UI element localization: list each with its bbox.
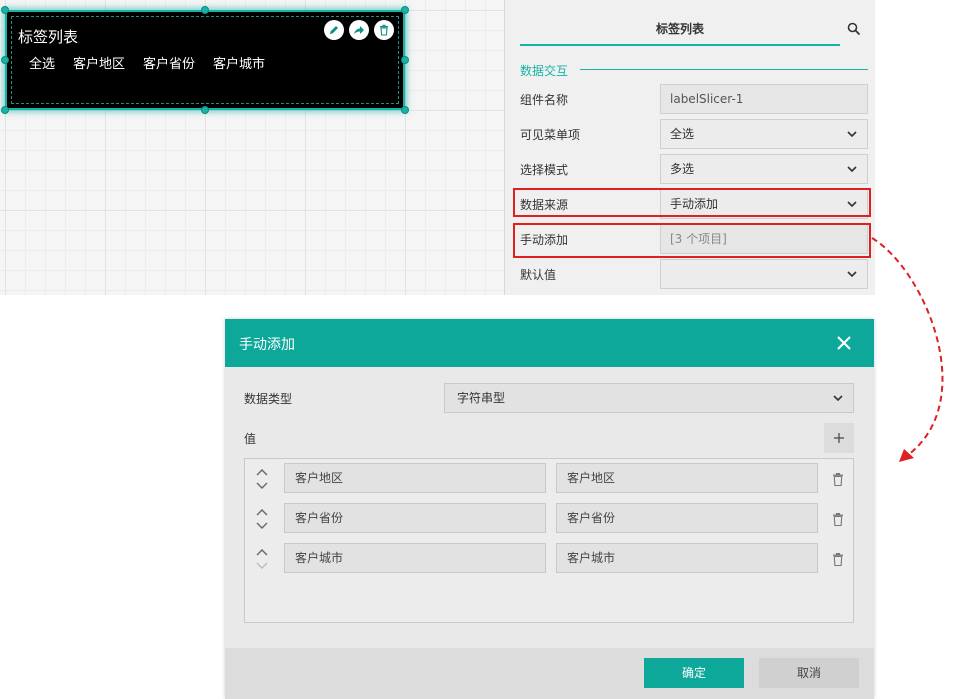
- row-data-source: 数据来源 手动添加: [520, 189, 870, 219]
- widget-item-region[interactable]: 客户地区: [73, 53, 125, 72]
- tab-label-list[interactable]: 标签列表: [520, 18, 840, 46]
- list-item: 客户城市 客户城市: [245, 543, 853, 573]
- row-manual-add: 手动添加 [3 个项目]: [520, 224, 870, 254]
- row-default-value: 默认值: [520, 259, 870, 289]
- component-name-label: 组件名称: [520, 93, 569, 107]
- list-item: 客户省份 客户省份: [245, 503, 853, 533]
- plus-icon: [834, 433, 844, 443]
- value-display-input[interactable]: 客户城市: [556, 543, 818, 573]
- design-canvas: 标签列表 全选 客户地区 客户省份 客户城市: [0, 0, 505, 295]
- values-list: 客户地区 客户地区 客户省份 客户省份 客户城市 客户城市: [244, 458, 854, 623]
- select-mode-label: 选择模式: [520, 163, 569, 177]
- visible-items-select[interactable]: 全选: [660, 119, 868, 149]
- share-icon[interactable]: [349, 20, 369, 40]
- widget-items: 全选 客户地区 客户省份 客户城市: [29, 53, 265, 72]
- value-key-input[interactable]: 客户城市: [284, 543, 546, 573]
- dialog-title: 手动添加: [239, 337, 295, 353]
- section-data-interaction: 数据交互: [520, 64, 569, 78]
- data-source-value: 手动添加: [670, 197, 719, 211]
- select-mode-value: 多选: [670, 162, 695, 176]
- values-label: 值: [244, 432, 257, 446]
- sort-arrows-icon[interactable]: [255, 467, 269, 491]
- dialog-footer: 确定 取消: [225, 648, 874, 699]
- widget-item-province[interactable]: 客户省份: [143, 53, 195, 72]
- value-key-input[interactable]: 客户省份: [284, 503, 546, 533]
- delete-row-icon[interactable]: [833, 511, 843, 527]
- data-source-label: 数据来源: [520, 198, 569, 212]
- data-type-label: 数据类型: [244, 392, 293, 406]
- row-component-name: 组件名称 labelSlicer-1: [520, 84, 870, 114]
- widget-item-select-all[interactable]: 全选: [29, 53, 55, 72]
- chevron-down-icon: [847, 166, 857, 173]
- value-display-input[interactable]: 客户地区: [556, 463, 818, 493]
- visible-items-value: 全选: [670, 127, 695, 141]
- label-slicer-widget[interactable]: 标签列表 全选 客户地区 客户省份 客户城市: [5, 10, 405, 110]
- close-icon[interactable]: [836, 335, 852, 351]
- delete-row-icon[interactable]: [833, 471, 843, 487]
- resize-handle-n[interactable]: [201, 6, 209, 14]
- resize-handle-w[interactable]: [1, 56, 9, 64]
- chevron-down-icon: [847, 271, 857, 278]
- resize-handle-s[interactable]: [201, 106, 209, 114]
- edit-icon[interactable]: [324, 20, 344, 40]
- dialog-body: 数据类型 字符串型 值 客户地区 客户地区 客户省份 客户省份 客户城市 客户城…: [225, 367, 874, 648]
- value-key-input[interactable]: 客户地区: [284, 463, 546, 493]
- resize-handle-e[interactable]: [401, 56, 409, 64]
- row-select-mode: 选择模式 多选: [520, 154, 870, 184]
- manual-add-field[interactable]: [3 个项目]: [660, 224, 868, 254]
- chevron-down-icon: [847, 201, 857, 208]
- row-visible-items: 可见菜单项 全选: [520, 119, 870, 149]
- sort-arrows-icon[interactable]: [255, 547, 269, 571]
- cancel-button[interactable]: 取消: [759, 658, 859, 688]
- widget-item-city[interactable]: 客户城市: [213, 53, 265, 72]
- resize-handle-ne[interactable]: [401, 6, 409, 14]
- confirm-button[interactable]: 确定: [644, 658, 744, 688]
- sort-arrows-icon[interactable]: [255, 507, 269, 531]
- chevron-down-icon: [833, 395, 843, 402]
- manual-add-dialog: 手动添加 数据类型 字符串型 值 客户地区 客户地区 客户省份 客户省份 客户城…: [225, 319, 874, 699]
- widget-title: 标签列表: [18, 28, 79, 46]
- resize-handle-sw[interactable]: [1, 106, 9, 114]
- search-icon[interactable]: [847, 21, 861, 36]
- chevron-down-icon: [847, 131, 857, 138]
- section-divider: [580, 69, 868, 70]
- delete-row-icon[interactable]: [833, 551, 843, 567]
- resize-handle-se[interactable]: [401, 106, 409, 114]
- default-value-label: 默认值: [520, 268, 557, 282]
- component-name-input[interactable]: labelSlicer-1: [660, 84, 868, 114]
- data-type-select[interactable]: 字符串型: [444, 383, 854, 413]
- list-item: 客户地区 客户地区: [245, 463, 853, 493]
- manual-add-label: 手动添加: [520, 233, 569, 247]
- add-value-button[interactable]: [824, 423, 854, 453]
- select-mode-select[interactable]: 多选: [660, 154, 868, 184]
- dialog-header: 手动添加: [225, 319, 874, 367]
- widget-actions: [324, 20, 394, 40]
- default-value-select[interactable]: [660, 259, 868, 289]
- data-type-value: 字符串型: [457, 391, 506, 405]
- value-display-input[interactable]: 客户省份: [556, 503, 818, 533]
- property-panel: 标签列表 数据交互 组件名称 labelSlicer-1 可见菜单项 全选 选择…: [505, 0, 875, 295]
- visible-items-label: 可见菜单项: [520, 128, 581, 142]
- data-source-select[interactable]: 手动添加: [660, 189, 868, 219]
- resize-handle-nw[interactable]: [1, 6, 9, 14]
- trash-icon[interactable]: [374, 20, 394, 40]
